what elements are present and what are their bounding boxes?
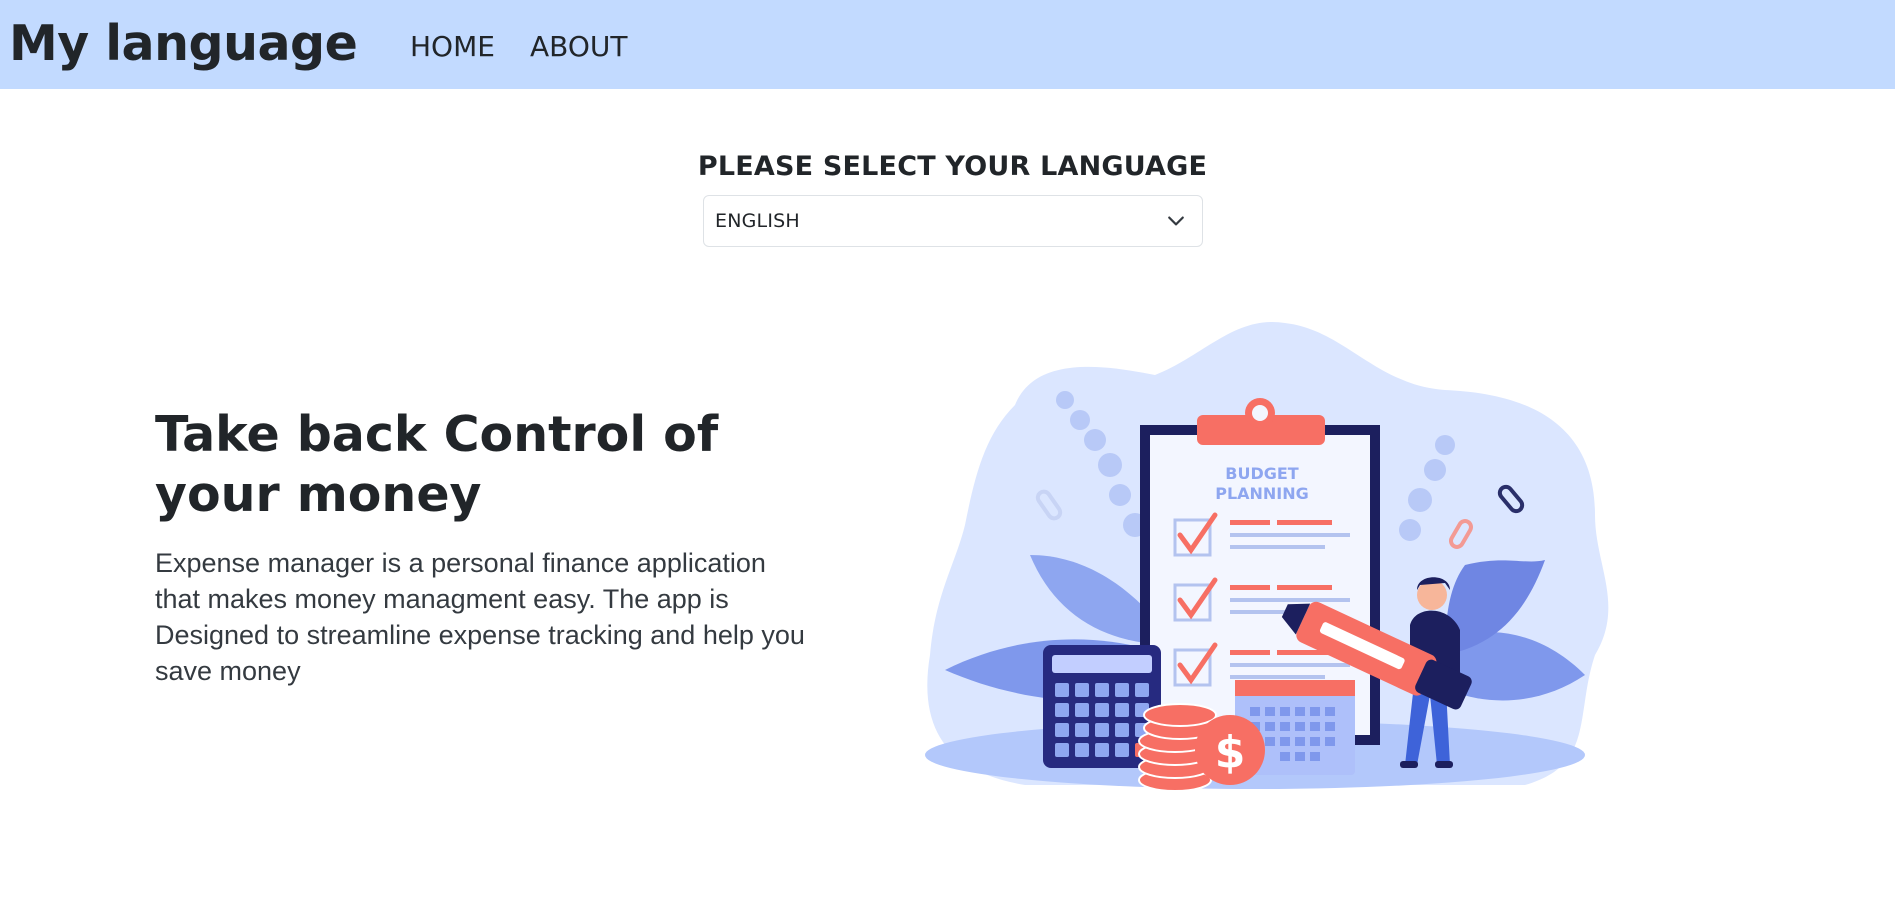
language-select[interactable]: ENGLISH xyxy=(703,195,1203,247)
nav-link-about[interactable]: ABOUT xyxy=(530,30,628,64)
language-heading: PLEASE SELECT YOUR LANGUAGE xyxy=(697,151,1208,182)
hero-title: Take back Control of your money xyxy=(155,406,719,523)
chevron-down-icon xyxy=(1168,216,1184,226)
clipboard-title-line1: BUDGET xyxy=(1225,464,1299,483)
budget-planning-illustration: BUDGET PLANNING $ xyxy=(925,321,1609,792)
clipboard-title-line2: PLANNING xyxy=(1215,484,1309,503)
nav-link-home[interactable]: HOME xyxy=(410,30,495,64)
dollar-coin-icon: $ xyxy=(1195,715,1265,785)
language-select-value: ENGLISH xyxy=(715,210,800,232)
brand-title[interactable]: My language xyxy=(9,14,358,74)
hero-description: Expense manager is a personal finance ap… xyxy=(155,548,805,686)
svg-text:$: $ xyxy=(1215,727,1246,778)
top-navbar: My language HOME ABOUT xyxy=(0,0,1895,89)
